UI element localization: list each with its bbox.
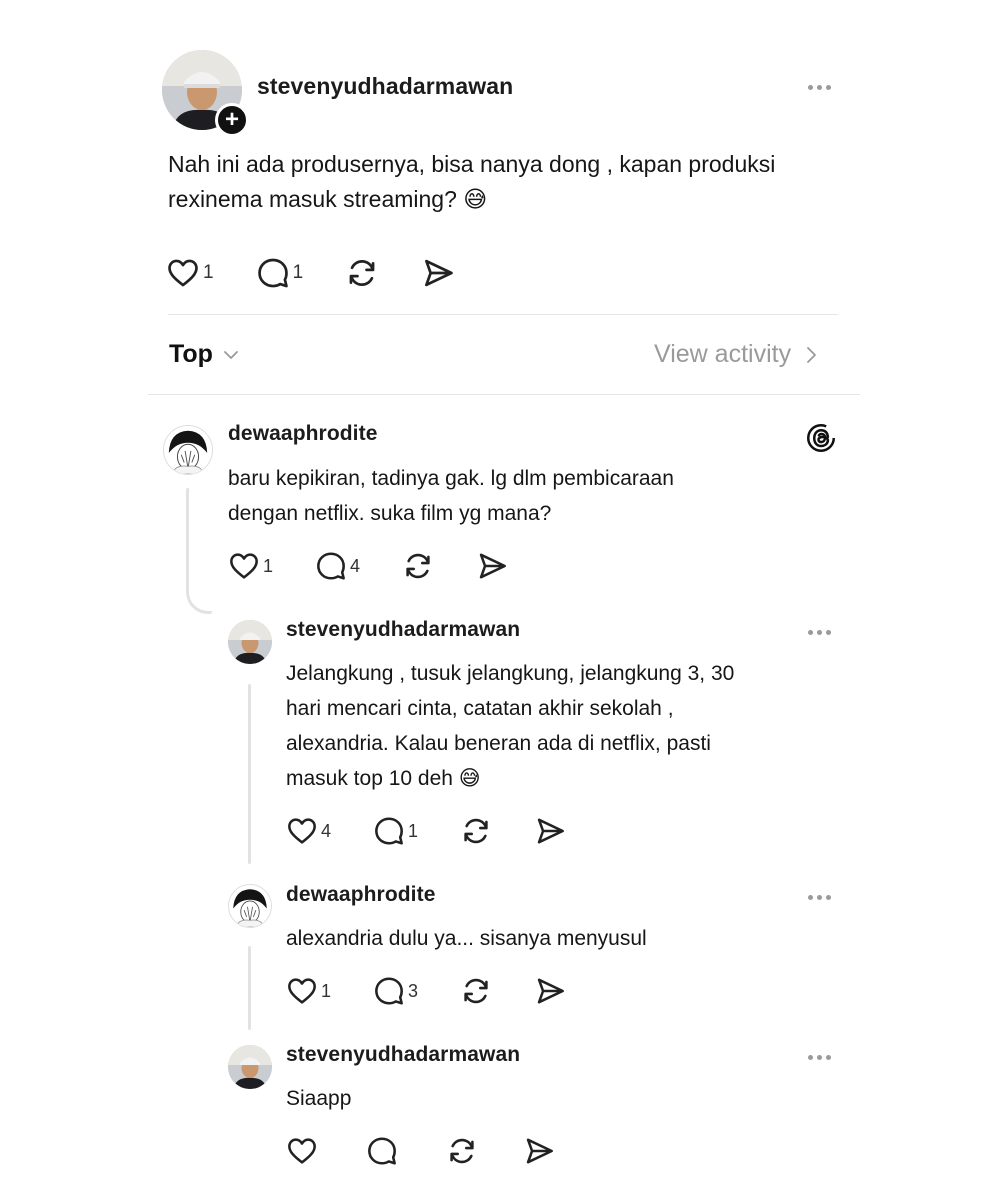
reply-text-line: Siaapp — [286, 1087, 352, 1110]
reply-text-line: alexandria dulu ya... sisanya menyusul — [286, 927, 647, 950]
post-actions: 1 1 — [166, 256, 455, 290]
repost-button[interactable] — [460, 975, 492, 1007]
share-button[interactable] — [476, 550, 508, 582]
like-count: 1 — [203, 262, 214, 283]
reply-text-line: dengan netflix. suka film yg mana? — [228, 502, 552, 525]
reply-count: 1 — [408, 820, 419, 841]
reply-actions — [286, 1135, 555, 1167]
more-options-icon[interactable] — [808, 895, 831, 900]
sort-dropdown[interactable]: Top — [169, 340, 241, 369]
more-options-icon[interactable] — [808, 1055, 831, 1060]
like-button[interactable]: 1 — [166, 256, 214, 290]
repost-icon — [464, 818, 488, 844]
repost-button[interactable] — [460, 815, 492, 847]
more-options-icon[interactable] — [808, 630, 831, 635]
avatar[interactable] — [228, 1045, 272, 1089]
share-button[interactable] — [421, 256, 455, 290]
reply-author[interactable]: dewaaphrodite — [228, 422, 378, 446]
post-text-line1: Nah ini ada produsernya, bisa nanya dong… — [168, 151, 776, 177]
chevron-down-icon — [224, 350, 238, 359]
like-count: 1 — [263, 555, 274, 576]
send-icon — [479, 553, 506, 579]
reply-count: 1 — [292, 262, 304, 283]
avatar[interactable] — [228, 620, 272, 664]
view-activity-label: View activity — [654, 340, 792, 368]
reply-count: 3 — [408, 980, 419, 1001]
divider — [168, 314, 838, 315]
send-icon — [537, 978, 564, 1004]
like-count: 4 — [321, 820, 332, 841]
chevron-right-icon — [807, 346, 816, 363]
heart-icon — [288, 1138, 316, 1164]
repost-button[interactable] — [402, 550, 434, 582]
reply-text-line: baru kepikiran, tadinya gak. lg dlm pemb… — [228, 467, 674, 490]
thread-connector — [248, 946, 251, 1030]
reply-text-line: alexandria. Kalau beneran ada di netflix… — [286, 732, 711, 755]
more-options-icon[interactable] — [808, 85, 831, 90]
sort-label: Top — [169, 340, 213, 368]
send-icon — [537, 818, 564, 844]
reply-button[interactable]: 3 — [373, 975, 418, 1007]
repost-icon — [464, 978, 488, 1004]
comment-icon — [375, 977, 403, 1005]
divider — [148, 394, 860, 395]
reply-actions: 1 4 — [228, 550, 508, 582]
comment-icon — [257, 258, 288, 288]
share-button[interactable] — [523, 1135, 555, 1167]
threads-logo-icon[interactable] — [806, 422, 836, 454]
reply-count: 4 — [350, 555, 361, 576]
reply-author[interactable]: stevenyudhadarmawan — [286, 1043, 520, 1067]
reply-actions: 4 1 — [286, 815, 566, 847]
heart-icon — [168, 259, 198, 287]
like-button[interactable]: 4 — [286, 815, 331, 847]
like-button[interactable]: 1 — [228, 550, 273, 582]
share-button[interactable] — [534, 975, 566, 1007]
like-count: 1 — [321, 980, 332, 1001]
reply-actions: 1 3 — [286, 975, 566, 1007]
thread-connector — [248, 684, 251, 864]
repost-icon — [450, 1138, 474, 1164]
heart-icon — [230, 553, 258, 579]
reply-text-line: hari mencari cinta, catatan akhir sekola… — [286, 697, 674, 720]
send-icon — [425, 259, 453, 287]
share-button[interactable] — [534, 815, 566, 847]
avatar[interactable] — [228, 884, 272, 928]
repost-button[interactable] — [345, 256, 379, 290]
send-icon — [526, 1138, 553, 1164]
reply-button[interactable]: 4 — [315, 550, 360, 582]
comment-icon — [317, 552, 345, 580]
reply-author[interactable]: dewaaphrodite — [286, 883, 436, 907]
reply-text-line: masuk top 10 deh 😅 — [286, 767, 481, 790]
avatar[interactable] — [163, 425, 213, 475]
repost-button[interactable] — [446, 1135, 478, 1167]
like-button[interactable]: 1 — [286, 975, 331, 1007]
thread-connector — [186, 488, 212, 614]
view-activity-link[interactable]: View activity — [654, 340, 821, 369]
like-button[interactable] — [286, 1135, 321, 1167]
comment-icon — [368, 1137, 396, 1165]
heart-icon — [288, 978, 316, 1004]
follow-plus-icon[interactable]: + — [215, 103, 249, 137]
reply-button[interactable]: 1 — [256, 256, 304, 290]
heart-icon — [288, 818, 316, 844]
reply-button[interactable] — [366, 1135, 401, 1167]
reply-button[interactable]: 1 — [373, 815, 418, 847]
post-author[interactable]: stevenyudhadarmawan — [257, 73, 513, 100]
reply-text-line: Jelangkung , tusuk jelangkung, jelangkun… — [286, 662, 735, 685]
post-text-line2: rexinema masuk streaming? 😅 — [168, 186, 488, 212]
repost-icon — [349, 260, 375, 286]
reply-author[interactable]: stevenyudhadarmawan — [286, 618, 520, 642]
comment-icon — [375, 817, 403, 845]
repost-icon — [406, 553, 430, 579]
